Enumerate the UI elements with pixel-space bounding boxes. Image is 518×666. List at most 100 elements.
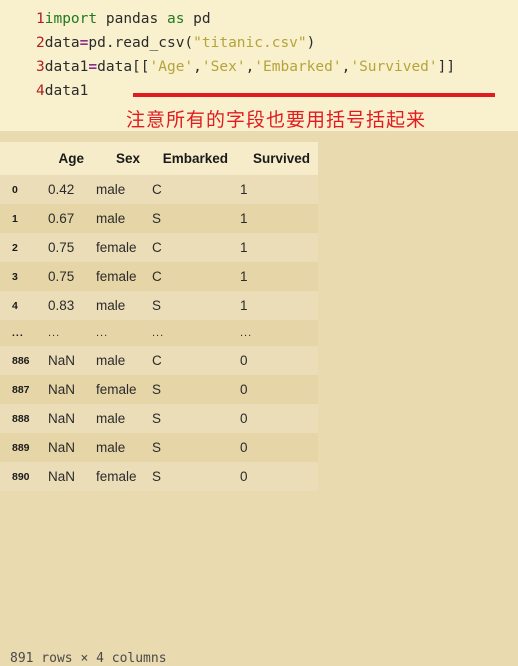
annotation-text: 注意所有的字段也要用括号括起来	[126, 109, 427, 131]
cell-age: 0.75	[48, 240, 75, 255]
code-token-kw: as	[166, 11, 185, 27]
column-header-sex: Sex	[115, 151, 140, 166]
table-row: ...............	[0, 320, 318, 346]
row-index-cell: 887	[12, 383, 30, 396]
cell-age: 0.75	[48, 269, 75, 284]
code-token-str: 'Age'	[149, 59, 194, 75]
code-line-number: 1	[36, 11, 45, 27]
cell-age: ...	[48, 327, 61, 339]
cell-sex: female	[96, 240, 137, 255]
code-line-number: 3	[36, 59, 45, 75]
cell-survived: 1	[240, 298, 248, 313]
table-body: 0 0.42 male C 1 1 0.67 male S 1 2 0.75 female C 1 3 0.75…	[0, 175, 318, 491]
table-row: 889 NaN male S 0	[0, 433, 318, 462]
cell-sex: male	[96, 353, 126, 368]
code-token-plain: ,	[193, 59, 202, 75]
code-token-plain: data1	[44, 83, 89, 99]
code-token-plain: pandas	[97, 11, 167, 27]
row-index-cell: 2	[12, 241, 18, 254]
cell-sex: female	[96, 269, 137, 284]
column-header-survived: Survived	[252, 151, 310, 166]
cell-embarked: S	[152, 440, 162, 455]
row-index-cell: 4	[12, 299, 18, 312]
row-index-cell: 888	[12, 412, 30, 425]
cell-age: 0.83	[48, 298, 75, 313]
code-token-plain: pd	[184, 11, 211, 27]
dataframe-table: Age Sex Embarked Survived 0 0.42 male C 1 1 0.…	[0, 142, 318, 491]
index-column-header	[0, 142, 44, 175]
table-row: 886 NaN male C 0	[0, 346, 318, 375]
code-token-plain: data	[44, 35, 80, 51]
column-header-age: Age	[58, 151, 84, 166]
cell-survived: ...	[240, 327, 253, 339]
cell-survived: 1	[240, 182, 248, 197]
row-index-cell: 886	[12, 354, 30, 367]
cell-survived: 0	[240, 411, 248, 426]
code-token-plain: ,	[245, 59, 255, 75]
cell-embarked: C	[152, 182, 162, 197]
code-line-3: 3data1=data[['Age','Sex','Embarked','Sur…	[36, 55, 455, 79]
table-footer: 891 rows × 4 columns	[10, 651, 167, 666]
cell-survived: 0	[240, 353, 248, 368]
code-line-4: 4data1	[36, 79, 88, 103]
cell-sex: male	[96, 298, 126, 313]
code-token-plain: ]]	[437, 59, 456, 75]
code-token-plain: pd.read_csv(	[88, 35, 194, 51]
table-header: Age Sex Embarked Survived	[0, 142, 318, 175]
table-row: 0 0.42 male C 1	[0, 175, 318, 204]
row-index-cell: 3	[12, 270, 18, 283]
column-header-embarked: Embarked	[162, 151, 228, 166]
table-row: 1 0.67 male S 1	[0, 204, 318, 233]
annotation-underline	[133, 93, 495, 97]
cell-age: 0.67	[48, 211, 75, 226]
cell-embarked: S	[152, 411, 162, 426]
code-line-number: 4	[36, 83, 45, 99]
cell-age: NaN	[48, 411, 76, 426]
row-index-cell: ...	[12, 327, 24, 339]
code-token-plain: data1	[44, 59, 89, 75]
code-line-1: 1import pandas as pd	[36, 7, 211, 31]
cell-survived: 0	[240, 382, 248, 397]
cell-sex: male	[96, 411, 126, 426]
cell-sex: female	[96, 469, 137, 484]
cell-age: NaN	[48, 353, 76, 368]
cell-embarked: C	[152, 353, 162, 368]
row-index-cell: 890	[12, 470, 30, 483]
row-index-cell: 889	[12, 441, 30, 454]
table-row: 2 0.75 female C 1	[0, 233, 318, 262]
table-row: 887 NaN female S 0	[0, 375, 318, 404]
cell-sex: ...	[96, 327, 109, 339]
table-row: 3 0.75 female C 1	[0, 262, 318, 291]
code-token-str: 'Embarked'	[254, 59, 342, 75]
cell-age: 0.42	[48, 182, 75, 197]
code-token-plain: data[[	[97, 59, 150, 75]
cell-embarked: C	[152, 240, 162, 255]
cell-survived: 1	[240, 211, 248, 226]
cell-survived: 1	[240, 269, 248, 284]
code-token-op: =	[88, 59, 98, 75]
table-row: 890 NaN female S 0	[0, 462, 318, 491]
code-line-2: 2data=pd.read_csv("titanic.csv")	[36, 31, 315, 55]
cell-survived: 1	[240, 240, 248, 255]
cell-age: NaN	[48, 440, 76, 455]
row-index-cell: 0	[12, 183, 18, 196]
cell-age: NaN	[48, 469, 76, 484]
cell-sex: male	[96, 182, 126, 197]
cell-embarked: C	[152, 269, 162, 284]
output-area: Age Sex Embarked Survived 0 0.42 male C 1 1 0.…	[0, 131, 518, 666]
cell-embarked: ...	[152, 327, 165, 339]
code-token-kw: import	[44, 11, 98, 27]
row-index-cell: 1	[12, 212, 18, 225]
code-token-str: 'Sex'	[201, 59, 246, 75]
cell-embarked: S	[152, 382, 162, 397]
code-token-str: "titanic.csv"	[193, 35, 307, 51]
code-token-plain: )	[306, 35, 316, 51]
code-line-number: 2	[36, 35, 45, 51]
cell-sex: female	[96, 382, 137, 397]
table-header-row: Age Sex Embarked Survived	[0, 142, 318, 175]
cell-age: NaN	[48, 382, 76, 397]
cell-sex: male	[96, 211, 126, 226]
cell-embarked: S	[152, 298, 162, 313]
cell-survived: 0	[240, 469, 248, 484]
cell-embarked: S	[152, 469, 162, 484]
